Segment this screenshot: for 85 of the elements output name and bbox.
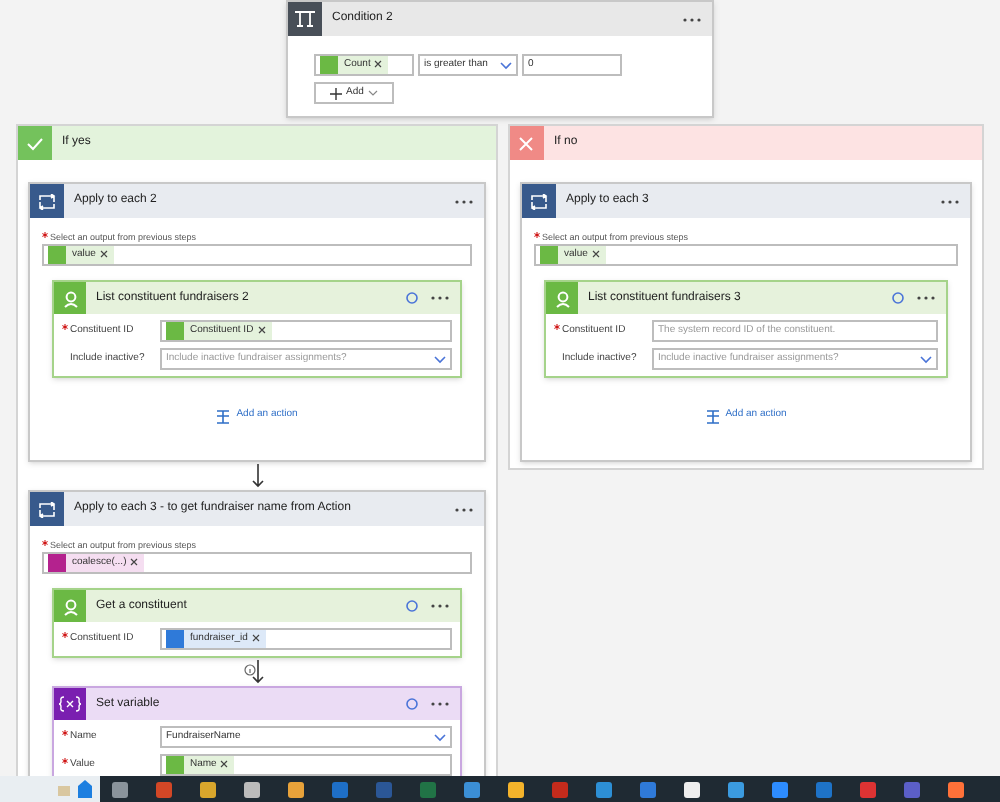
more-icon xyxy=(940,197,960,205)
help-icon xyxy=(406,600,418,612)
more-icon xyxy=(454,197,474,205)
app-icon xyxy=(332,781,348,797)
token-icon xyxy=(166,322,184,340)
chevron-down-icon xyxy=(920,355,932,363)
more-button[interactable] xyxy=(682,15,702,23)
token-icon xyxy=(48,554,66,572)
more-icon xyxy=(454,505,474,513)
token-icon xyxy=(48,246,66,264)
required-icon xyxy=(42,540,48,546)
token-icon xyxy=(320,56,338,74)
app-icon xyxy=(728,781,744,797)
remove-button[interactable] xyxy=(220,760,231,770)
chevron-down-icon xyxy=(500,61,512,69)
remove-button[interactable] xyxy=(374,60,385,70)
app-icon xyxy=(772,781,788,797)
close-icon xyxy=(257,326,266,334)
close-icon xyxy=(99,250,108,258)
app-icon xyxy=(112,781,128,797)
remove-button[interactable] xyxy=(257,326,268,336)
required-icon xyxy=(42,232,48,238)
loop-icon xyxy=(38,193,56,209)
app-icon xyxy=(684,781,700,797)
app-icon xyxy=(376,781,392,797)
close-icon xyxy=(220,760,229,768)
person-icon xyxy=(61,597,79,615)
more-button[interactable] xyxy=(940,197,960,205)
remove-button[interactable] xyxy=(591,250,602,260)
close-icon xyxy=(374,60,383,68)
app-icon xyxy=(904,781,920,797)
chevron-down-icon xyxy=(434,355,446,363)
more-button[interactable] xyxy=(430,602,450,610)
more-icon xyxy=(682,15,702,23)
remove-button[interactable] xyxy=(99,250,110,260)
more-icon xyxy=(430,294,450,302)
help-icon xyxy=(406,698,418,710)
arrow-down-icon xyxy=(251,464,263,488)
person-icon xyxy=(61,289,79,307)
token-icon xyxy=(540,246,558,264)
arrow-down-icon xyxy=(251,660,263,684)
braces-x-icon xyxy=(58,696,82,712)
close-icon xyxy=(251,634,260,642)
more-button[interactable] xyxy=(454,197,474,205)
more-button[interactable] xyxy=(430,700,450,708)
loop-icon xyxy=(530,193,548,209)
app-icon xyxy=(816,781,832,797)
app-icon xyxy=(200,781,216,797)
app-icon xyxy=(552,781,568,797)
chevron-down-icon xyxy=(434,733,446,741)
help-icon xyxy=(406,292,418,304)
checkmark-icon xyxy=(26,135,44,151)
app-icon xyxy=(948,781,964,797)
help-icon xyxy=(892,292,904,304)
remove-button[interactable] xyxy=(130,558,141,568)
more-icon xyxy=(430,602,450,610)
chevron-down-icon xyxy=(367,90,378,96)
cross-icon xyxy=(518,135,536,151)
app-icon xyxy=(244,781,260,797)
plus-icon xyxy=(330,87,343,99)
token-icon xyxy=(166,756,184,774)
app-icon xyxy=(420,781,436,797)
app-icon xyxy=(156,781,172,797)
info-icon xyxy=(244,664,256,676)
more-button[interactable] xyxy=(454,505,474,513)
app-icon xyxy=(596,781,612,797)
close-icon xyxy=(591,250,600,258)
required-icon xyxy=(534,232,540,238)
close-icon xyxy=(130,558,139,566)
app-icon xyxy=(288,781,304,797)
remove-button[interactable] xyxy=(251,634,262,644)
loop-icon xyxy=(38,501,56,517)
app-icon xyxy=(860,781,876,797)
add-action-icon xyxy=(216,409,231,423)
app-icon xyxy=(508,781,524,797)
token-icon xyxy=(166,630,184,648)
add-action-icon xyxy=(705,409,720,423)
more-button[interactable] xyxy=(916,294,936,302)
person-icon xyxy=(553,289,571,307)
app-icon xyxy=(464,781,480,797)
more-icon xyxy=(916,294,936,302)
condition-icon xyxy=(294,10,316,28)
more-icon xyxy=(430,700,450,708)
app-icon xyxy=(640,781,656,797)
more-button[interactable] xyxy=(430,294,450,302)
